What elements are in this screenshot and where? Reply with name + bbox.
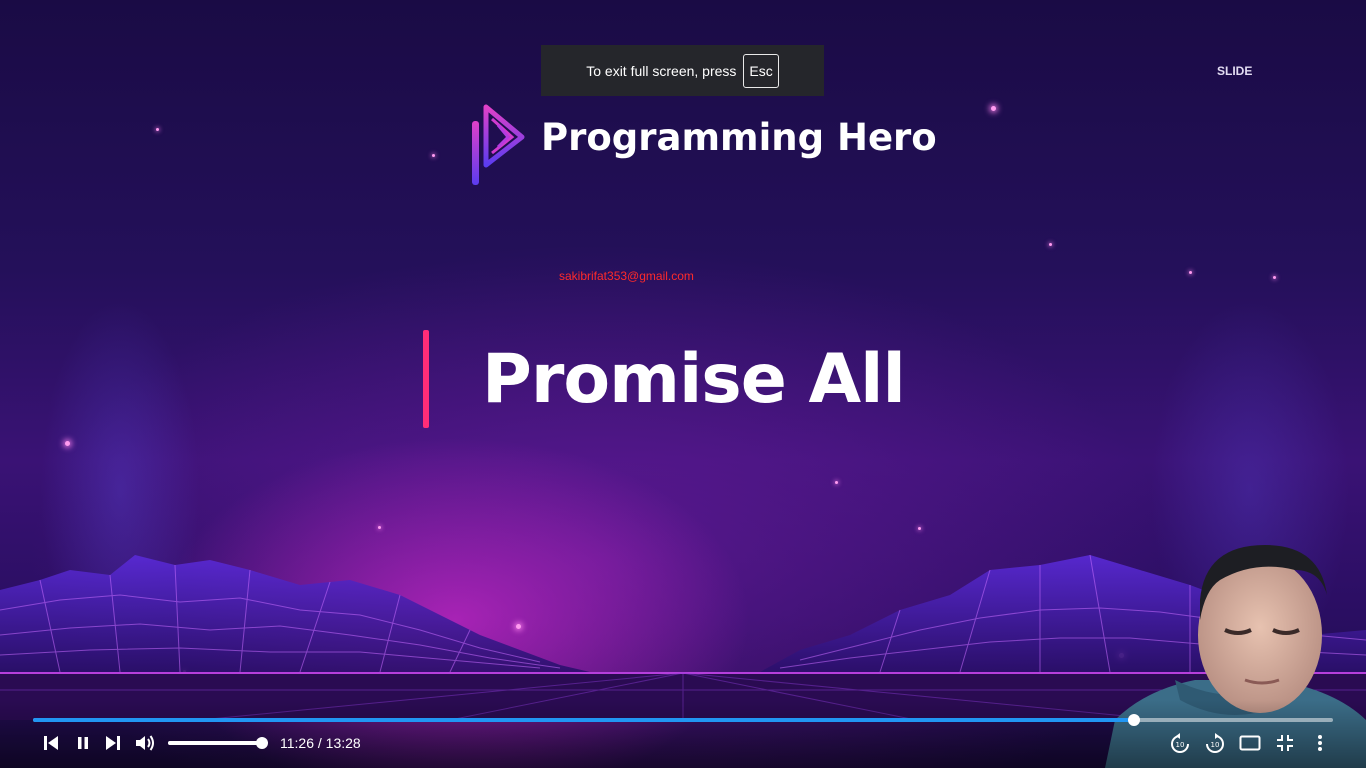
- volume-fill: [168, 741, 262, 745]
- exit-fullscreen-text: To exit full screen, press: [586, 62, 737, 79]
- pause-button[interactable]: [72, 731, 94, 755]
- forward-10-icon: 10: [1206, 733, 1224, 753]
- star: [1189, 271, 1192, 274]
- more-options-button[interactable]: [1310, 731, 1330, 755]
- star: [991, 106, 996, 111]
- star: [378, 526, 381, 529]
- star: [835, 481, 838, 484]
- exit-fullscreen-banner: To exit full screen, press Esc: [541, 45, 824, 96]
- watermark-email: sakibrifat353@gmail.com: [559, 269, 694, 283]
- volume-icon: [136, 735, 154, 751]
- programming-hero-logo-icon: [472, 104, 525, 185]
- brand-name: Programming Hero: [541, 116, 937, 159]
- current-time: 11:26: [280, 735, 314, 751]
- rewind-10-icon: 10: [1171, 733, 1189, 753]
- more-options-icon: [1318, 735, 1322, 751]
- esc-key-hint: Esc: [743, 53, 779, 88]
- volume-button[interactable]: [133, 731, 157, 755]
- progress-bar[interactable]: [33, 714, 1333, 726]
- star: [1049, 243, 1052, 246]
- volume-knob[interactable]: [256, 737, 268, 749]
- star: [156, 128, 159, 131]
- svg-text:10: 10: [1176, 741, 1185, 749]
- player-controls-bar: [0, 700, 1366, 768]
- star: [432, 154, 435, 157]
- slide-title: Promise All: [482, 340, 906, 419]
- title-accent-bar: [423, 330, 429, 428]
- volume-slider[interactable]: [168, 737, 268, 749]
- time-display: 11:26 / 13:28: [280, 735, 361, 751]
- slide-label: SLIDE: [1217, 64, 1253, 78]
- star: [1273, 276, 1276, 279]
- video-frame[interactable]: To exit full screen, press Esc SLIDE Pro…: [0, 0, 1366, 768]
- theater-mode-icon: [1239, 735, 1261, 751]
- theater-mode-button[interactable]: [1237, 731, 1263, 755]
- star: [918, 527, 921, 530]
- exit-fullscreen-button[interactable]: [1273, 731, 1297, 755]
- rewind-10-button[interactable]: 10: [1168, 731, 1192, 755]
- star: [65, 441, 70, 446]
- progress-fill: [33, 718, 1135, 722]
- svg-text:10: 10: [1211, 741, 1220, 749]
- previous-button[interactable]: [40, 731, 62, 755]
- next-button[interactable]: [102, 731, 124, 755]
- skip-previous-icon: [44, 736, 58, 750]
- forward-10-button[interactable]: 10: [1203, 731, 1227, 755]
- time-separator: /: [314, 735, 326, 751]
- skip-next-icon: [106, 736, 120, 750]
- exit-fullscreen-icon: [1277, 735, 1293, 751]
- pause-icon: [78, 737, 88, 749]
- duration: 13:28: [325, 735, 361, 751]
